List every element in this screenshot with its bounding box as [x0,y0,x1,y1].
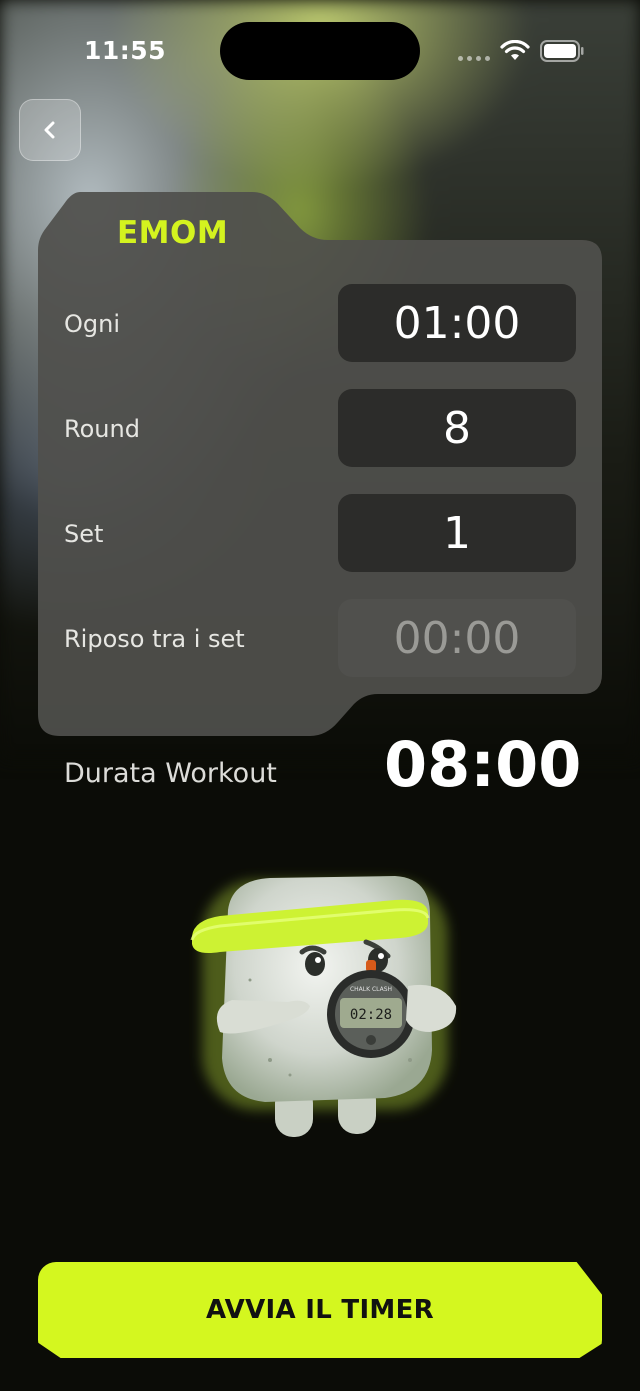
row-label-ogni: Ogni [64,310,121,338]
value-set[interactable]: 1 [338,494,576,572]
mascot-illustration: CHALK CLASH 02:28 [190,876,457,1137]
tab-emom[interactable]: EMOM [117,215,228,251]
row-label-round: Round [64,415,140,443]
wifi-icon [500,40,530,60]
workout-duration-value: 08:00 [384,728,582,801]
row-label-riposo: Riposo tra i set [64,625,245,653]
value-ogni[interactable]: 01:00 [338,284,576,362]
stopwatch-display: 02:28 [350,1007,392,1023]
dynamic-island [220,22,420,80]
chevron-left-icon [44,121,55,139]
cellular-signal-icon [458,56,490,61]
value-riposo[interactable]: 00:00 [338,599,576,677]
battery-icon [540,40,584,62]
start-timer-label: AVVIA IL TIMER [205,1295,434,1325]
value-round[interactable]: 8 [338,389,576,467]
status-time: 11:55 [84,36,167,65]
back-button[interactable] [19,99,81,161]
stopwatch-brand: CHALK CLASH [350,986,392,993]
row-label-set: Set [64,520,104,548]
workout-duration-label: Durata Workout [64,758,277,789]
start-timer-button[interactable]: AVVIA IL TIMER [38,1262,602,1358]
